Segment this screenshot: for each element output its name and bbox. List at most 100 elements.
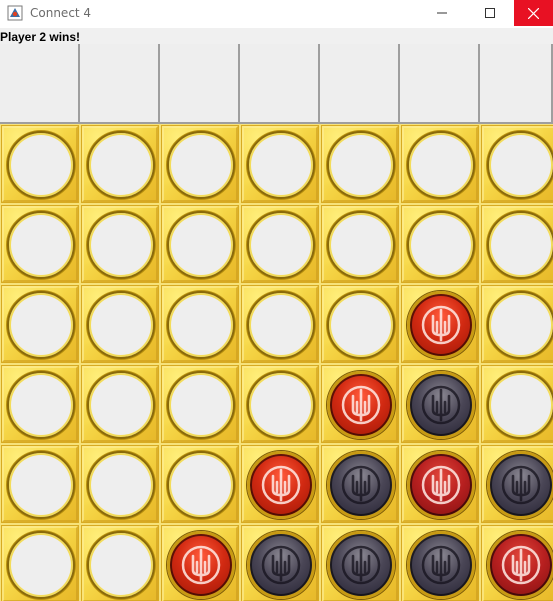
title-bar: Connect 4 (0, 0, 553, 28)
empty-slot (407, 131, 475, 199)
red-disc (487, 531, 553, 599)
empty-slot (167, 451, 235, 519)
empty-slot (487, 371, 553, 439)
trident-emblem-icon (421, 385, 461, 425)
board-cell[interactable] (161, 205, 239, 283)
board-cell[interactable] (481, 445, 553, 523)
board-cell[interactable] (1, 445, 79, 523)
board-cell[interactable] (1, 525, 79, 601)
board-cell[interactable] (241, 365, 319, 443)
empty-slot (7, 211, 75, 279)
maximize-icon (485, 8, 495, 18)
board-cell[interactable] (1, 285, 79, 363)
game-status: Player 2 wins! (0, 30, 81, 44)
trident-emblem-icon (261, 545, 301, 585)
board-cell[interactable] (401, 365, 479, 443)
board-cell[interactable] (321, 285, 399, 363)
empty-slot (87, 291, 155, 359)
board-cell[interactable] (481, 285, 553, 363)
board-cell[interactable] (401, 125, 479, 203)
column-drop-slot-2[interactable] (80, 44, 160, 124)
close-icon (528, 7, 539, 19)
empty-slot (247, 291, 315, 359)
trident-emblem-icon (501, 545, 541, 585)
maximize-button[interactable] (467, 0, 513, 26)
empty-slot (7, 131, 75, 199)
empty-slot (327, 131, 395, 199)
board-cell[interactable] (81, 205, 159, 283)
board-cell[interactable] (321, 365, 399, 443)
board-cell[interactable] (401, 285, 479, 363)
trident-emblem-icon (421, 465, 461, 505)
red-disc (247, 451, 315, 519)
board-cell[interactable] (241, 285, 319, 363)
board-cell[interactable] (81, 285, 159, 363)
empty-slot (167, 131, 235, 199)
trident-emblem-icon (341, 385, 381, 425)
minimize-button[interactable] (419, 0, 465, 26)
empty-slot (167, 291, 235, 359)
board-cell[interactable] (241, 525, 319, 601)
trident-emblem-icon (181, 545, 221, 585)
java-app-icon (7, 5, 23, 21)
empty-slot (487, 211, 553, 279)
minimize-icon (437, 12, 447, 14)
board-cell[interactable] (1, 205, 79, 283)
board-cell[interactable] (321, 205, 399, 283)
empty-slot (87, 451, 155, 519)
board-cell[interactable] (161, 285, 239, 363)
close-button[interactable] (514, 0, 553, 26)
board-cell[interactable] (161, 445, 239, 523)
empty-slot (87, 371, 155, 439)
column-drop-slot-4[interactable] (240, 44, 320, 124)
board-cell[interactable] (401, 205, 479, 283)
empty-slot (7, 531, 75, 599)
empty-slot (87, 531, 155, 599)
board-cell[interactable] (481, 125, 553, 203)
board-cell[interactable] (481, 525, 553, 601)
board-cell[interactable] (161, 125, 239, 203)
column-drop-slot-3[interactable] (160, 44, 240, 124)
column-drop-slot-6[interactable] (400, 44, 480, 124)
board-cell[interactable] (1, 365, 79, 443)
empty-slot (247, 371, 315, 439)
board-cell[interactable] (81, 445, 159, 523)
board-cell[interactable] (1, 125, 79, 203)
board-cell[interactable] (481, 205, 553, 283)
trident-emblem-icon (341, 545, 381, 585)
board-cell[interactable] (241, 205, 319, 283)
column-drop-row (0, 44, 553, 124)
empty-slot (247, 211, 315, 279)
red-disc (327, 371, 395, 439)
empty-slot (247, 131, 315, 199)
column-drop-slot-7[interactable] (480, 44, 553, 124)
column-drop-slot-1[interactable] (0, 44, 80, 124)
board-cell[interactable] (241, 125, 319, 203)
trident-emblem-icon (261, 465, 301, 505)
board-cell[interactable] (321, 525, 399, 601)
board-cell[interactable] (401, 525, 479, 601)
board-cell[interactable] (321, 125, 399, 203)
empty-slot (7, 291, 75, 359)
board-cell[interactable] (241, 445, 319, 523)
dark-disc (327, 451, 395, 519)
red-disc (407, 291, 475, 359)
red-disc (407, 451, 475, 519)
board-cell[interactable] (321, 445, 399, 523)
board-cell[interactable] (81, 525, 159, 601)
empty-slot (487, 291, 553, 359)
column-drop-slot-5[interactable] (320, 44, 400, 124)
window-title: Connect 4 (30, 6, 92, 20)
board-cell[interactable] (81, 365, 159, 443)
dark-disc (247, 531, 315, 599)
board-cell[interactable] (81, 125, 159, 203)
trident-emblem-icon (421, 305, 461, 345)
empty-slot (407, 211, 475, 279)
board-cell[interactable] (161, 525, 239, 601)
board-cell[interactable] (481, 365, 553, 443)
board-cell[interactable] (401, 445, 479, 523)
dark-disc (487, 451, 553, 519)
trident-emblem-icon (341, 465, 381, 505)
board-cell[interactable] (161, 365, 239, 443)
empty-slot (167, 371, 235, 439)
